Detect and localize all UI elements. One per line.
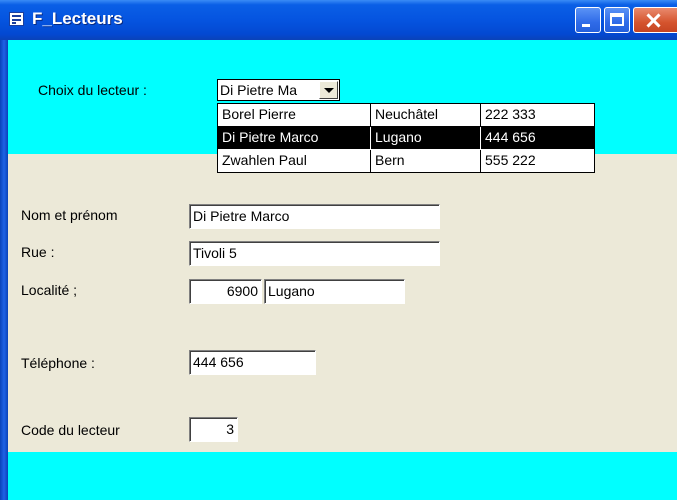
- street-label: Rue :: [21, 244, 55, 260]
- dropdown-cell-phone: 555 222: [480, 150, 594, 172]
- postcode-field[interactable]: 6900: [189, 279, 262, 304]
- close-button[interactable]: [633, 7, 677, 33]
- form-icon[interactable]: [9, 12, 24, 26]
- form-footer-section: [8, 452, 677, 500]
- maximize-button[interactable]: [604, 7, 630, 33]
- minimize-button[interactable]: [575, 7, 601, 33]
- name-label: Nom et prénom: [21, 207, 118, 223]
- dropdown-cell-name: Borel Pierre: [222, 106, 296, 122]
- reader-code-label: Code du lecteur: [21, 422, 120, 438]
- window-title: F_Lecteurs: [32, 9, 123, 28]
- dropdown-cell-city: Neuchâtel: [370, 104, 480, 126]
- choice-label: Choix du lecteur :: [38, 82, 147, 98]
- dropdown-row[interactable]: Zwahlen Paul Bern 555 222: [218, 150, 594, 172]
- city-field[interactable]: Lugano: [264, 279, 405, 304]
- dropdown-row[interactable]: Borel Pierre Neuchâtel 222 333: [218, 104, 594, 127]
- reader-code-field[interactable]: 3: [189, 417, 238, 442]
- dropdown-cell-phone: 444 656: [480, 127, 594, 149]
- window-titlebar[interactable]: F_Lecteurs: [0, 0, 677, 40]
- reader-combo-value[interactable]: Di Pietre Ma: [220, 81, 318, 99]
- dropdown-cell-phone: 222 333: [480, 104, 594, 126]
- phone-field[interactable]: 444 656: [189, 350, 316, 375]
- window-left-border: [0, 40, 8, 500]
- dropdown-row-selected[interactable]: Di Pietre Marco Lugano 444 656: [218, 127, 594, 149]
- phone-label: Téléphone :: [21, 355, 95, 371]
- reader-combo-box[interactable]: Di Pietre Ma: [217, 79, 340, 101]
- locality-label: Localité ;: [21, 282, 78, 298]
- combo-dropdown-button[interactable]: [319, 81, 338, 99]
- reader-dropdown-list[interactable]: Borel Pierre Neuchâtel 222 333 Di Pietre…: [217, 103, 595, 173]
- dropdown-cell-name: Di Pietre Marco: [222, 129, 319, 145]
- name-field[interactable]: Di Pietre Marco: [189, 204, 440, 229]
- dropdown-cell-city: Bern: [370, 150, 480, 172]
- dropdown-cell-city: Lugano: [370, 127, 480, 149]
- dropdown-cell-name: Zwahlen Paul: [222, 152, 307, 168]
- street-field[interactable]: Tivoli 5: [189, 241, 440, 266]
